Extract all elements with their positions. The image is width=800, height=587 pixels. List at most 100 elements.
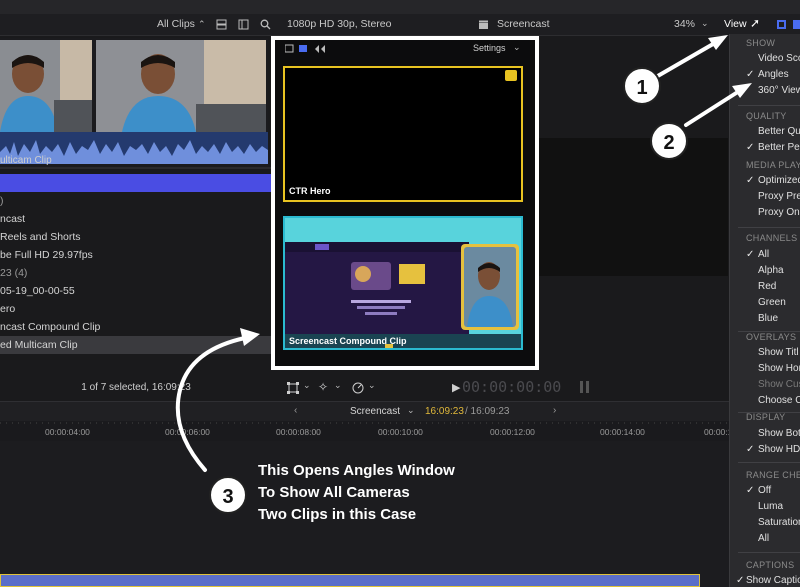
menu-divider (738, 227, 800, 228)
clapper-icon (479, 20, 488, 29)
menu-item-show-hdr[interactable]: ✓ Show HDI (730, 442, 800, 458)
angle-screencast-compound[interactable]: Screencast Compound Clip (283, 216, 523, 350)
list-item[interactable]: 23 (4) (0, 264, 272, 282)
project-name: Screencast (497, 18, 550, 30)
timeline-current-time: 16:09:23 (425, 406, 464, 417)
clip-name-label: ulticam Clip (0, 155, 52, 166)
menu-item-range-all[interactable]: All (730, 531, 800, 547)
menu-section-captions: CAPTIONS (746, 560, 795, 570)
list-item[interactable]: ) (0, 192, 272, 210)
menu-item-choose-custom[interactable]: Choose C (730, 393, 800, 409)
list-view-icon[interactable] (238, 19, 249, 30)
window-title-bar (0, 0, 800, 14)
viewer-timecode: 00:00:00:00 (462, 378, 562, 396)
chevron-down-icon[interactable]: ⌄ (303, 380, 311, 391)
menu-item-optimized[interactable]: ✓ Optimized (730, 173, 800, 189)
clips-filter-popup[interactable]: All Clips (157, 18, 195, 30)
menu-item-show-title-safe[interactable]: Show Titl (730, 345, 800, 361)
zoom-popup[interactable]: 34% (674, 18, 695, 30)
note-line: Two Clips in this Case (258, 506, 417, 523)
list-item[interactable] (0, 174, 272, 192)
list-item[interactable]: ero (0, 300, 272, 318)
menu-item-saturation[interactable]: Saturation (730, 515, 800, 531)
menu-item-green[interactable]: Green (730, 295, 800, 311)
menu-item-red[interactable]: Red (730, 279, 800, 295)
speed-icon[interactable] (352, 382, 364, 394)
viewer-controls: ⌄ ✧ ⌄ ⌄ ▶ (0, 376, 729, 400)
menu-item-better-quality[interactable]: Better Qu (730, 124, 800, 140)
play-icon[interactable]: ▶ (452, 381, 460, 394)
person-image (96, 40, 266, 132)
clip-thumbnail-2[interactable] (96, 40, 266, 132)
ruler-tick-label: 00:00:12:00 (490, 427, 535, 437)
list-item[interactable]: ed Multicam Clip (0, 336, 272, 354)
list-item[interactable]: ncast (0, 210, 272, 228)
menu-item-proxy-only[interactable]: Proxy Onl (730, 205, 800, 221)
menu-section-media-playback: MEDIA PLAY (746, 160, 800, 170)
person-image (0, 40, 92, 132)
timeline-duration: / 16:09:23 (465, 406, 510, 417)
view-button[interactable]: View (724, 18, 747, 30)
chevron-updown-icon[interactable]: ⌃ (198, 19, 209, 30)
list-item[interactable]: ncast Compound Clip (0, 318, 272, 336)
menu-item-all-channels[interactable]: ✓ All (730, 247, 800, 263)
menu-item-video-scopes[interactable]: Video Sco (730, 51, 800, 67)
menu-item-alpha[interactable]: Alpha (730, 263, 800, 279)
step-badge-2: 2 (650, 122, 688, 160)
filmstrip-icon[interactable] (216, 19, 227, 30)
menu-item-luma[interactable]: Luma (730, 499, 800, 515)
back-arrow-icon[interactable]: ‹ (294, 405, 297, 416)
search-icon[interactable] (260, 19, 271, 30)
toolbar: All Clips ⌃ 1080p HD 30p, Stereo Screenc… (0, 14, 800, 36)
list-item[interactable]: 05-19_00-00-55 (0, 282, 272, 300)
screencast-preview-image (285, 218, 521, 348)
timeline-clip[interactable] (0, 574, 700, 587)
checkmark-icon: ✓ (746, 69, 755, 80)
menu-section-display: DISPLAY (746, 412, 786, 422)
magic-wand-icon[interactable]: ✧ (318, 380, 328, 394)
transform-icon[interactable] (287, 382, 299, 394)
angle-label: CTR Hero (289, 186, 331, 196)
chevron-down-icon[interactable]: ⌄ (513, 42, 521, 53)
chevron-down-icon[interactable]: ⌄ (701, 18, 712, 29)
chevron-down-icon[interactable]: ⌄ (407, 405, 415, 416)
ruler-tick-label: 00:00:04:00 (45, 427, 90, 437)
angle-label: Screencast Compound Clip (289, 336, 407, 346)
menu-divider (738, 462, 800, 463)
angle-ctr-hero[interactable]: CTR Hero (283, 66, 523, 202)
menu-divider (738, 552, 800, 553)
menu-item-360-viewer[interactable]: 360° View (730, 83, 800, 99)
menu-item-blue[interactable]: Blue (730, 311, 800, 327)
menu-item-range-off[interactable]: ✓ Off (730, 483, 800, 499)
note-line: This Opens Angles Window (258, 462, 455, 479)
timeline-ruler: 00:00:04:00 00:00:06:00 00:00:08:00 00:0… (0, 421, 739, 441)
ruler-tick-label: 00:00:06:00 (165, 427, 210, 437)
viewer-layout-icon[interactable] (776, 19, 787, 30)
menu-item-show-both-fields[interactable]: Show Bot (730, 426, 800, 442)
ruler-tick-label: 00:00:14:00 (600, 427, 645, 437)
menu-item-proxy-preferred[interactable]: Proxy Pre (730, 189, 800, 205)
checkmark-icon: ✓ (736, 575, 745, 586)
active-angle-icon (505, 70, 517, 81)
audio-meter-icon[interactable] (578, 380, 592, 394)
checkmark-icon: ✓ (746, 142, 755, 153)
step-badge-1: 1 (623, 67, 661, 105)
menu-item-show-captions[interactable]: ✓ Show Captio (730, 573, 800, 587)
list-item[interactable]: Reels and Shorts (0, 228, 272, 246)
forward-arrow-icon[interactable]: › (553, 405, 556, 416)
menu-item-better-performance[interactable]: ✓ Better Per (730, 140, 800, 156)
timeline-name: Screencast (350, 406, 401, 417)
chevron-down-icon[interactable]: ⌄ (368, 380, 376, 391)
menu-section-show: SHOW (746, 38, 776, 48)
menu-item-show-horizon[interactable]: Show Hor (730, 361, 800, 377)
ruler-tick-label: 00:00:10:00 (378, 427, 423, 437)
chevron-down-icon[interactable]: ⌄ (334, 380, 342, 391)
angle-switch-icons[interactable] (285, 44, 331, 54)
clip-thumbnail-1[interactable] (0, 40, 92, 132)
list-item[interactable]: be Full HD 29.97fps (0, 246, 272, 264)
note-line: To Show All Cameras (258, 484, 410, 501)
angles-settings-popup[interactable]: Settings (473, 43, 506, 53)
menu-item-angles[interactable]: ✓ Angles (730, 67, 800, 83)
checkmark-icon: ✓ (746, 175, 755, 186)
inspector-icon[interactable] (793, 19, 800, 30)
